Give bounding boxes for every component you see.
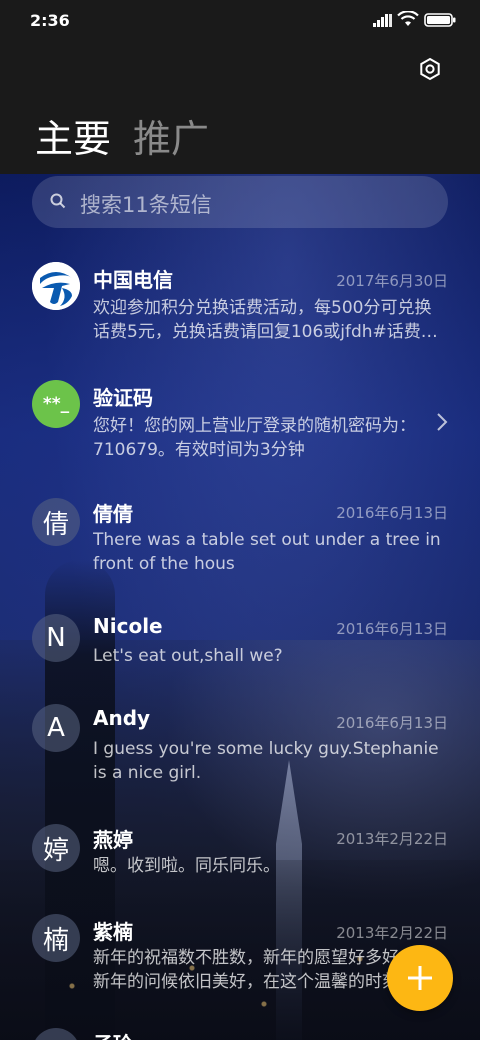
status-bar: 2:36 <box>0 0 480 40</box>
verify-code-avatar: **_ <box>32 380 80 428</box>
conversation-date: 2016年6月13日 <box>336 620 448 638</box>
conversation-preview: 您好！您的网上营业厅登录的随机密码为： 710679。有效时间为3分钟 <box>93 414 433 462</box>
app-header: 2:36 主要 推广 <box>0 0 480 174</box>
preview-line: 710679。有效时间为3分钟 <box>93 440 305 460</box>
conversation-preview: 欢迎参加积分兑换话费活动，每500分可兑换 话费5元，兑换话费请回复106或jf… <box>93 296 445 344</box>
conversation-name: 中国电信 <box>93 268 173 292</box>
preview-line: 您好！您的网上营业厅登录的随机密码为： <box>93 416 416 436</box>
conversation-item[interactable]: 倩 倩倩 2016年6月13日 There was a table set ou… <box>0 494 480 604</box>
china-telecom-avatar <box>32 262 80 310</box>
conversation-date: 2013年2月22日 <box>336 924 448 942</box>
signal-icon <box>373 14 392 27</box>
conversation-preview: Let's eat out,shall we? <box>93 644 445 668</box>
new-message-button[interactable] <box>387 945 453 1011</box>
conversation-preview: 嗯。收到啦。同乐同乐。 <box>93 854 445 878</box>
conversation-name: 倩倩 <box>93 502 133 526</box>
preview-line: I guess you're some lucky guy.Stephanie <box>93 739 439 759</box>
preview-line: 话费5元，兑换话费请回复106或jfdh#话费… <box>93 322 438 342</box>
china-telecom-logo-icon <box>32 262 80 310</box>
conversation-name: Nicole <box>93 614 163 638</box>
conversation-name: 燕婷 <box>93 828 133 852</box>
conversation-item[interactable]: 子玲 <box>0 1028 480 1040</box>
search-placeholder: 搜索11条短信 <box>80 193 212 217</box>
conversation-item[interactable]: 婷 燕婷 2013年2月22日 嗯。收到啦。同乐同乐。 <box>0 820 480 900</box>
avatar: 倩 <box>32 498 80 546</box>
conversation-item[interactable]: 中国电信 2017年6月30日 欢迎参加积分兑换话费活动，每500分可兑换 话费… <box>0 258 480 368</box>
search-icon <box>50 193 66 209</box>
conversation-name: 紫楠 <box>93 920 133 944</box>
conversation-item[interactable]: A Andy 2016年6月13日 I guess you're some lu… <box>0 704 480 814</box>
conversation-date: 2016年6月13日 <box>336 714 448 732</box>
preview-line: 嗯。收到啦。同乐同乐。 <box>93 856 280 876</box>
avatar: 楠 <box>32 914 80 962</box>
search-bar[interactable]: 搜索11条短信 <box>32 176 448 228</box>
conversation-name: 子玲 <box>93 1028 133 1040</box>
avatar: 婷 <box>32 824 80 872</box>
conversation-date: 2013年2月22日 <box>336 830 448 848</box>
tab-main[interactable]: 主要 <box>35 108 111 163</box>
preview-line: is a nice girl. <box>93 763 202 783</box>
preview-line: There was a table set out under a tree i… <box>93 530 441 550</box>
avatar: N <box>32 614 80 662</box>
settings-gear-icon[interactable] <box>418 57 442 81</box>
plus-icon <box>408 966 432 990</box>
status-time: 2:36 <box>30 11 70 30</box>
conversation-date: 2016年6月13日 <box>336 504 448 522</box>
conversation-preview: I guess you're some lucky guy.Stephanie … <box>93 737 445 785</box>
conversation-item[interactable]: N Nicole 2016年6月13日 Let's eat out,shall … <box>0 610 480 690</box>
wifi-icon <box>397 11 419 26</box>
preview-line: front of the hous <box>93 554 235 574</box>
chevron-right-icon[interactable] <box>436 412 448 432</box>
conversation-name: Andy <box>93 706 151 730</box>
battery-icon <box>424 13 456 27</box>
avatar: A <box>32 704 80 752</box>
tab-promo[interactable]: 推广 <box>133 108 209 163</box>
conversation-preview: There was a table set out under a tree i… <box>93 528 445 576</box>
avatar <box>32 1028 80 1040</box>
conversation-date: 2017年6月30日 <box>336 272 448 290</box>
conversation-name: 验证码 <box>93 386 153 410</box>
preview-line: Let's eat out,shall we? <box>93 646 283 666</box>
conversation-item[interactable]: **_ 验证码 您好！您的网上营业厅登录的随机密码为： 710679。有效时间为… <box>0 376 480 486</box>
preview-line: 欢迎参加积分兑换话费活动，每500分可兑换 <box>93 298 432 318</box>
